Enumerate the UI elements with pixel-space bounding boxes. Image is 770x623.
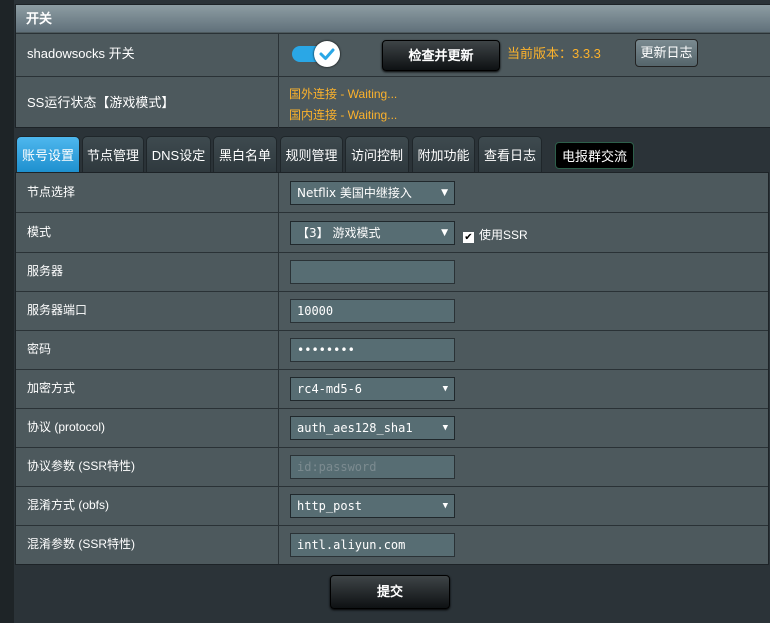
- server-row: 服务器: [16, 252, 768, 292]
- protocol-param-input[interactable]: id:password: [290, 455, 455, 479]
- dropdown-arrow-icon: ▼: [441, 188, 448, 198]
- dropdown-arrow-icon: ▼: [442, 501, 448, 511]
- method-select[interactable]: rc4-md5-6 ▼: [290, 377, 455, 401]
- server-label: 服务器: [16, 252, 279, 291]
- ss-toggle[interactable]: [292, 41, 340, 67]
- port-input[interactable]: 10000: [290, 299, 455, 323]
- tab-bar: 账号设置 节点管理 DNS设定 黑白名单 规则管理 访问控制 附加功能 查看日志…: [14, 136, 770, 172]
- tab-blackwhite[interactable]: 黑白名单: [213, 136, 277, 172]
- use-ssr-label: 使用SSR: [479, 228, 528, 242]
- obfs-value: http_post: [297, 499, 363, 513]
- status-row: SS运行状态【游戏模式】 国外连接 - Waiting... 国内连接 - Wa…: [16, 76, 770, 128]
- dropdown-arrow-icon: ▼: [442, 384, 448, 394]
- mode-label: 模式: [16, 213, 279, 252]
- tab-rules[interactable]: 规则管理: [280, 136, 343, 172]
- ss-switch-label: shadowsocks 开关: [16, 34, 279, 76]
- use-ssr-checkbox[interactable]: ✔ 使用SSR: [463, 226, 528, 243]
- panel-header: 开关: [16, 5, 770, 32]
- method-value: rc4-md5-6: [297, 382, 363, 396]
- obfs-label: 混淆方式 (obfs): [16, 486, 279, 525]
- checkbox-check-icon: ✔: [463, 232, 474, 243]
- obfs-select[interactable]: http_post ▼: [290, 494, 455, 518]
- mode-value: 【3】 游戏模式: [297, 226, 381, 240]
- status-foreign: 国外连接 - Waiting...: [289, 87, 398, 101]
- method-row: 加密方式 rc4-md5-6 ▼: [16, 369, 768, 409]
- dropdown-arrow-icon: ▼: [441, 228, 448, 238]
- dropdown-arrow-icon: ▼: [442, 423, 448, 433]
- changelog-button[interactable]: 更新日志: [635, 39, 698, 67]
- left-strip: [0, 0, 14, 623]
- tab-account[interactable]: 账号设置: [16, 136, 80, 172]
- protocol-select[interactable]: auth_aes128_sha1 ▼: [290, 416, 455, 440]
- protocol-param-label: 协议参数 (SSR特性): [16, 447, 279, 486]
- tab-dns[interactable]: DNS设定: [146, 136, 211, 172]
- tab-extras[interactable]: 附加功能: [412, 136, 475, 172]
- obfs-param-row: 混淆参数 (SSR特性) intl.aliyun.com: [16, 525, 768, 564]
- ss-switch-row: shadowsocks 开关 检查并更新 当前版本：3.3.3 更新日志: [16, 33, 770, 76]
- password-row: 密码 ••••••••: [16, 330, 768, 370]
- tab-access[interactable]: 访问控制: [345, 136, 409, 172]
- account-form: 节点选择 Netflix 美国中继接入 ▼ 模式 【3】 游戏模式 ▼ ✔ 使用SSR…: [15, 172, 769, 565]
- node-row: 节点选择 Netflix 美国中继接入 ▼: [16, 173, 768, 213]
- main-area: 开关 shadowsocks 开关 检查并更新 当前版本：3.3.3 更新日志 …: [14, 0, 770, 623]
- node-select[interactable]: Netflix 美国中继接入 ▼: [290, 181, 455, 205]
- protocol-value: auth_aes128_sha1: [297, 421, 413, 435]
- method-label: 加密方式: [16, 369, 279, 408]
- status-label: SS运行状态【游戏模式】: [16, 77, 279, 128]
- protocol-param-row: 协议参数 (SSR特性) id:password: [16, 447, 768, 487]
- node-label: 节点选择: [16, 173, 279, 212]
- telegram-button[interactable]: 电报群交流: [555, 142, 634, 169]
- tab-nodes[interactable]: 节点管理: [82, 136, 144, 172]
- mode-select[interactable]: 【3】 游戏模式 ▼: [290, 221, 455, 245]
- obfs-param-input[interactable]: intl.aliyun.com: [290, 533, 455, 557]
- protocol-row: 协议 (protocol) auth_aes128_sha1 ▼: [16, 408, 768, 448]
- password-input[interactable]: ••••••••: [290, 338, 455, 362]
- version-text: 当前版本：3.3.3: [507, 46, 601, 61]
- server-input[interactable]: [290, 260, 455, 284]
- submit-button[interactable]: 提交: [330, 575, 450, 609]
- mode-row: 模式 【3】 游戏模式 ▼ ✔ 使用SSR: [16, 213, 768, 253]
- port-label: 服务器端口: [16, 291, 279, 330]
- switch-panel: 开关 shadowsocks 开关 检查并更新 当前版本：3.3.3 更新日志 …: [15, 4, 770, 128]
- check-icon: [319, 48, 335, 60]
- obfs-row: 混淆方式 (obfs) http_post ▼: [16, 486, 768, 526]
- tab-logs[interactable]: 查看日志: [478, 136, 542, 172]
- port-row: 服务器端口 10000: [16, 291, 768, 331]
- check-update-button[interactable]: 检查并更新: [382, 40, 500, 71]
- obfs-param-label: 混淆参数 (SSR特性): [16, 525, 279, 564]
- node-value: Netflix 美国中继接入: [297, 186, 412, 200]
- toggle-knob: [314, 41, 340, 67]
- password-label: 密码: [16, 330, 279, 369]
- status-domestic: 国内连接 - Waiting...: [289, 108, 398, 122]
- protocol-label: 协议 (protocol): [16, 408, 279, 447]
